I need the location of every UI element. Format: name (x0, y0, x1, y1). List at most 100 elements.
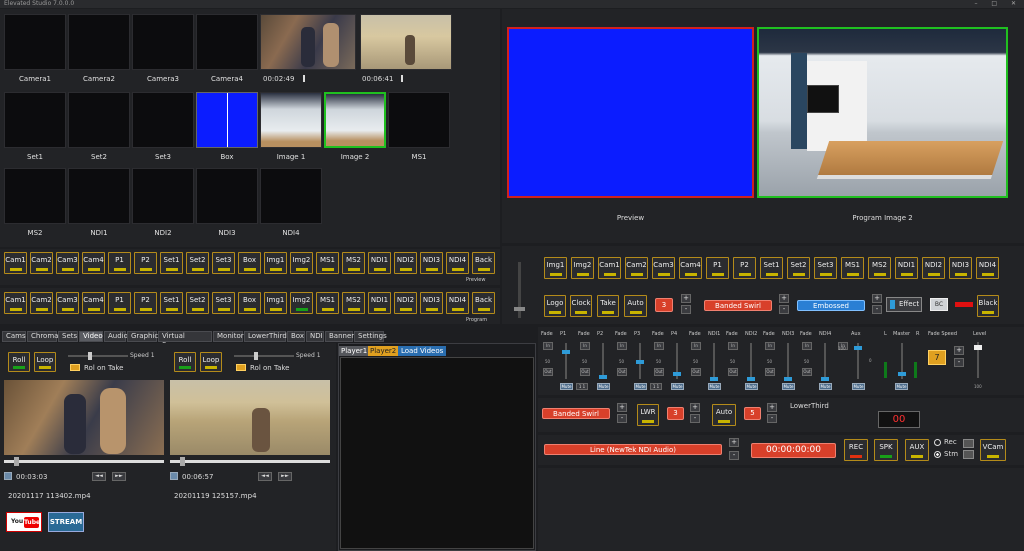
mute-button[interactable]: Mute (634, 383, 647, 390)
fade-in-button[interactable]: In (728, 342, 738, 350)
logo-button[interactable]: Logo (544, 295, 566, 317)
spk-button[interactable]: SPK (874, 439, 898, 461)
source-tile-image1[interactable] (260, 92, 322, 148)
fade-out-button[interactable]: Out (802, 368, 812, 376)
lt-duration-decrease-button[interactable]: - (767, 414, 777, 423)
program-bus-button-ms2[interactable]: MS2 (342, 292, 365, 314)
bc-button[interactable]: BC (930, 298, 948, 311)
tab-settings[interactable]: Settings (354, 331, 387, 342)
source-tile-player2-thumbnail[interactable] (360, 14, 452, 70)
program-bus-button-ndi3[interactable]: NDI3 (420, 292, 443, 314)
preview-bus-button-cam3[interactable]: Cam3 (56, 252, 79, 274)
audio-source-prev-button[interactable]: - (729, 451, 739, 460)
right-bus-button-cam2[interactable]: Cam2 (625, 257, 648, 279)
rate-decrease-button[interactable]: - (681, 305, 691, 314)
video-player-screen[interactable] (170, 380, 330, 455)
fade-speed-increase-button[interactable]: + (954, 346, 964, 355)
stm-radio[interactable] (934, 451, 941, 458)
fade-in-button[interactable]: In (617, 342, 627, 350)
rewind-button[interactable]: ◄◄ (92, 472, 106, 481)
channel-fader-knob[interactable] (673, 372, 681, 376)
fast-forward-button[interactable]: ►► (112, 472, 126, 481)
lwr-button[interactable]: LWR (637, 404, 659, 426)
tab-chroma[interactable]: Chroma (27, 331, 58, 342)
preview-monitor[interactable] (507, 27, 754, 198)
link-button[interactable]: 1 1 (650, 383, 662, 390)
fade-speed-decrease-button[interactable]: - (954, 358, 964, 367)
right-bus-button-p2[interactable]: P2 (733, 257, 756, 279)
preview-bus-button-ndi1[interactable]: NDI1 (368, 252, 391, 274)
program-monitor[interactable] (757, 27, 1008, 198)
speed-slider-handle[interactable] (254, 352, 258, 360)
preview-bus-button-ms2[interactable]: MS2 (342, 252, 365, 274)
mute-button[interactable]: Mute (671, 383, 684, 390)
fade-out-button[interactable]: Out (543, 368, 553, 376)
right-bus-button-p1[interactable]: P1 (706, 257, 729, 279)
tab-sets[interactable]: Sets (58, 331, 78, 342)
preview-bus-button-img2[interactable]: Img2 (290, 252, 313, 274)
program-bus-button-set1[interactable]: Set1 (160, 292, 183, 314)
audio-source-select[interactable]: Line (NewTek NDI Audio) (544, 444, 722, 455)
program-bus-button-box[interactable]: Box (238, 292, 261, 314)
source-tile-ndi2[interactable] (132, 168, 194, 224)
program-bus-button-back[interactable]: Back (472, 292, 495, 314)
source-tile-set1[interactable] (4, 92, 66, 148)
program-bus-button-p1[interactable]: P1 (108, 292, 131, 314)
program-bus-button-set3[interactable]: Set3 (212, 292, 235, 314)
preview-bus-button-ndi2[interactable]: NDI2 (394, 252, 417, 274)
preview-bus-button-ndi4[interactable]: NDI4 (446, 252, 469, 274)
seek-bar[interactable] (170, 460, 330, 463)
preview-bus-button-p1[interactable]: P1 (108, 252, 131, 274)
right-bus-button-ndi1[interactable]: NDI1 (895, 257, 918, 279)
right-bus-button-cam1[interactable]: Cam1 (598, 257, 621, 279)
source-tile-set2[interactable] (68, 92, 130, 148)
source-tile-image2[interactable] (324, 92, 386, 148)
video-file-list[interactable] (340, 357, 534, 549)
auto-button[interactable]: Auto (624, 295, 647, 317)
source-tile-ndi3[interactable] (196, 168, 258, 224)
channel-fader-knob[interactable] (747, 377, 755, 381)
channel-fader-knob[interactable] (562, 350, 570, 354)
transition2-next-button[interactable]: + (872, 294, 882, 303)
program-bus-button-img1[interactable]: Img1 (264, 292, 287, 314)
lower-third-duration[interactable]: 5 (744, 407, 761, 420)
master-mute-button[interactable]: Mute (895, 383, 908, 390)
aux-fader-knob[interactable] (854, 346, 862, 350)
preview-bus-button-p2[interactable]: P2 (134, 252, 157, 274)
source-tile-ms2[interactable] (4, 168, 66, 224)
clock-button[interactable]: Clock (570, 295, 592, 317)
source-tile-ms1[interactable] (388, 92, 450, 148)
preview-bus-button-set3[interactable]: Set3 (212, 252, 235, 274)
aux-button[interactable]: AUX (905, 439, 929, 461)
tab-audio[interactable]: Audio (104, 331, 128, 342)
right-bus-button-ndi3[interactable]: NDI3 (949, 257, 972, 279)
rec-mode-toggle-down[interactable] (963, 450, 974, 459)
preview-bus-button-img1[interactable]: Img1 (264, 252, 287, 274)
mute-button[interactable]: Mute (782, 383, 795, 390)
program-bus-button-cam3[interactable]: Cam3 (56, 292, 79, 314)
take-button[interactable]: Take (597, 295, 619, 317)
channel-fader-knob[interactable] (599, 375, 607, 379)
transition1-next-button[interactable]: + (779, 294, 789, 303)
roll-button[interactable]: Roll (8, 352, 30, 372)
mute-button[interactable]: Mute (560, 383, 573, 390)
preview-bus-button-cam2[interactable]: Cam2 (30, 252, 53, 274)
speed-slider-handle[interactable] (88, 352, 92, 360)
right-bus-button-cam4[interactable]: Cam4 (679, 257, 702, 279)
rol-on-take-checkbox[interactable] (70, 364, 80, 371)
source-tile-camera4[interactable] (196, 14, 258, 70)
fade-in-button[interactable]: In (543, 342, 553, 350)
seek-handle[interactable] (14, 457, 19, 466)
preview-bus-button-cam1[interactable]: Cam1 (4, 252, 27, 274)
transition-select-1[interactable]: Banded Swirl (704, 300, 772, 311)
lt-rate-decrease-button[interactable]: - (690, 414, 700, 423)
link-button[interactable]: 1 1 (576, 383, 588, 390)
rec-mode-toggle-up[interactable] (963, 439, 974, 448)
program-bus-button-cam4[interactable]: Cam4 (82, 292, 105, 314)
source-tile-box[interactable] (196, 92, 258, 148)
rec-radio[interactable] (934, 439, 941, 446)
lt-rate-increase-button[interactable]: + (690, 403, 700, 412)
aux-mute-button[interactable]: Mute (852, 383, 865, 390)
rewind-button[interactable]: ◄◄ (258, 472, 272, 481)
seek-handle[interactable] (180, 457, 185, 466)
